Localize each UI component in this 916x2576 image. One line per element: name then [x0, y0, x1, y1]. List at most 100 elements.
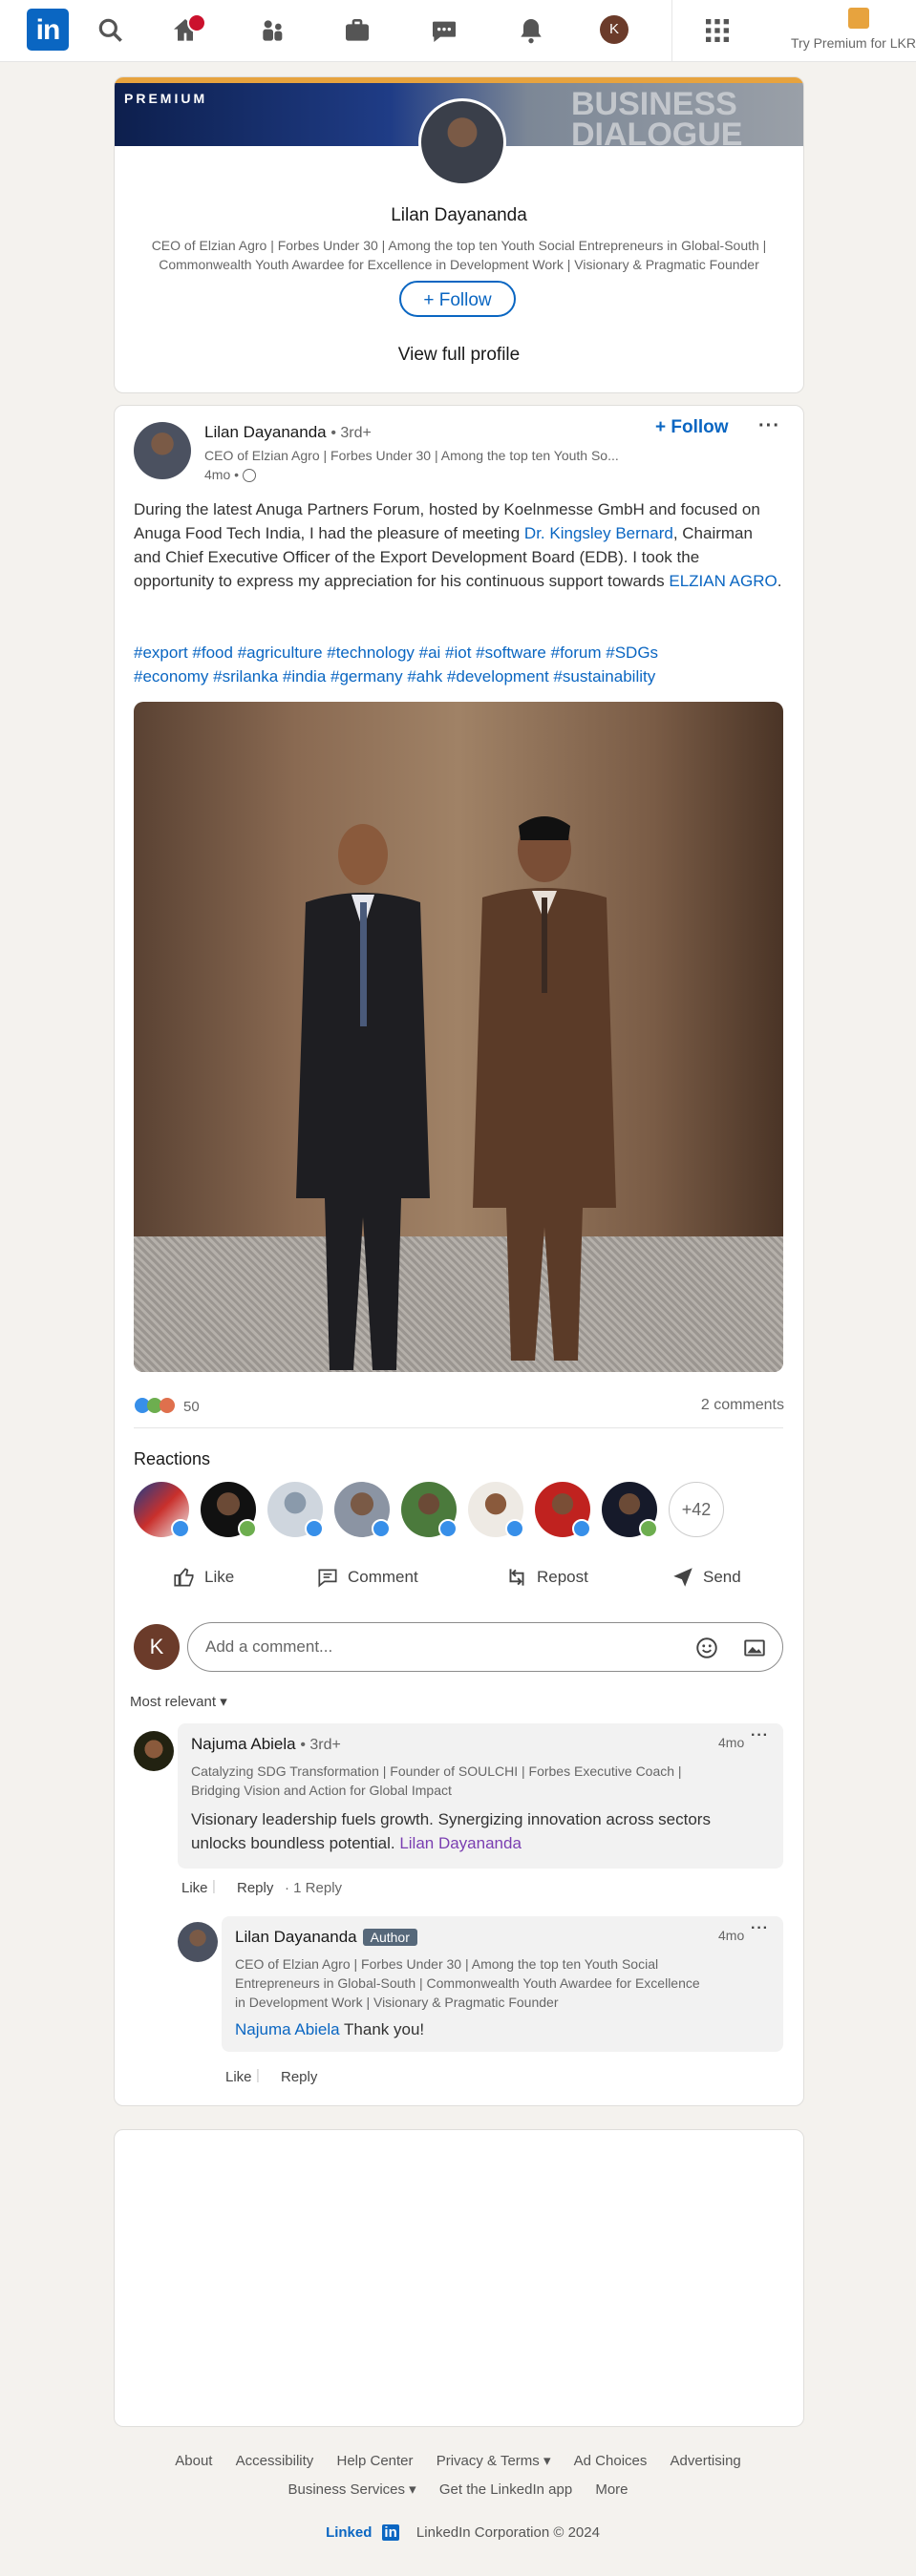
reactor-avatar[interactable]: [602, 1482, 658, 1538]
footer-logo: Linked in: [326, 2524, 399, 2541]
reply-count[interactable]: · 1 Reply: [285, 1880, 342, 1896]
repost-button[interactable]: Repost: [504, 1565, 588, 1590]
send-button[interactable]: Send: [671, 1565, 741, 1590]
comment-bubble: Najuma Abiela • 3rd+ 4mo ··· Catalyzing …: [178, 1723, 783, 1869]
profile-name[interactable]: Lilan Dayananda: [115, 205, 803, 226]
commenter-headline: Catalyzing SDG Transformation | Founder …: [191, 1763, 682, 1798]
post-author-name: Lilan Dayananda: [204, 423, 327, 441]
footer-link[interactable]: Help Center: [336, 2453, 413, 2469]
footer-link[interactable]: Accessibility: [236, 2453, 314, 2469]
empty-card: [114, 2129, 804, 2427]
celebrate-reaction-icon: [238, 1519, 257, 1538]
footer-link[interactable]: Advertising: [671, 2453, 741, 2469]
like-reaction-icon: [505, 1519, 524, 1538]
post-author-degree: • 3rd+: [330, 425, 372, 441]
commenter-name[interactable]: Lilan Dayananda Author: [235, 1928, 417, 1947]
commenter-avatar[interactable]: [134, 1731, 174, 1771]
comment-text: Visionary leadership fuels growth. Syner…: [191, 1810, 711, 1852]
reactor-avatar[interactable]: [334, 1482, 391, 1538]
post-author-avatar[interactable]: [134, 422, 191, 479]
comment-input[interactable]: Add a comment...: [187, 1622, 783, 1672]
comment-like-link[interactable]: Like: [181, 1880, 208, 1896]
reactor-avatar[interactable]: [201, 1482, 257, 1538]
comment-reply-link[interactable]: Reply: [281, 2069, 317, 2085]
reactor-avatar[interactable]: [401, 1482, 458, 1538]
search-icon[interactable]: [96, 15, 126, 46]
linkedin-logo[interactable]: in: [27, 9, 69, 51]
post-hashtags[interactable]: #export #food #agriculture #technology #…: [134, 641, 783, 688]
footer-link[interactable]: More: [595, 2481, 628, 2498]
top-nav: in K Try Premium for LKR: [0, 0, 916, 62]
person-right: [473, 816, 616, 1361]
home-icon[interactable]: [170, 13, 206, 46]
profile-headline: CEO of Elzian Agro | Forbes Under 30 | A…: [151, 238, 767, 272]
like-reaction-icon: [438, 1519, 458, 1538]
profile-avatar[interactable]: [418, 98, 506, 186]
commenter-avatar[interactable]: [178, 1922, 218, 1962]
post-card: Lilan Dayananda • 3rd+ CEO of Elzian Agr…: [114, 405, 804, 2106]
try-premium-link[interactable]: Try Premium for LKR: [791, 35, 916, 51]
emoji-icon[interactable]: [694, 1636, 719, 1660]
premium-label: PREMIUM: [124, 91, 208, 106]
footer-link[interactable]: Ad Choices: [574, 2453, 648, 2469]
footer-row-2: Business Services ▾ Get the LinkedIn app…: [0, 2481, 916, 2498]
like-reaction-icon: [572, 1519, 591, 1538]
comment-more-icon[interactable]: ···: [751, 1727, 769, 1744]
celebrate-reaction-icon: [639, 1519, 658, 1538]
reactor-avatar[interactable]: [267, 1482, 324, 1538]
jobs-icon[interactable]: [342, 15, 373, 46]
comment-button[interactable]: Comment: [315, 1565, 418, 1590]
apps-grid-icon[interactable]: [702, 15, 733, 46]
footer-link[interactable]: Privacy & Terms ▾: [437, 2453, 551, 2469]
footer-copyright: Linked in LinkedIn Corporation © 2024: [0, 2524, 916, 2541]
footer-link[interactable]: Get the LinkedIn app: [439, 2481, 572, 2498]
mention-link[interactable]: ELZIAN AGRO: [669, 572, 777, 590]
repost-icon: [509, 1569, 524, 1586]
comment-bubble: Lilan Dayananda Author 4mo ··· CEO of Elz…: [222, 1916, 783, 2052]
reactor-avatar[interactable]: [535, 1482, 591, 1538]
comment-icon: [318, 1569, 337, 1588]
like-button[interactable]: Like: [172, 1565, 234, 1590]
commenter-name[interactable]: Najuma Abiela • 3rd+: [191, 1735, 341, 1754]
notifications-icon[interactable]: [516, 15, 546, 46]
carpet: [134, 1236, 783, 1372]
post-author-line[interactable]: Lilan Dayananda • 3rd+: [204, 423, 372, 442]
comment-time: 4mo: [718, 1928, 745, 1943]
my-network-icon[interactable]: [258, 15, 288, 46]
me-avatar[interactable]: K: [600, 15, 628, 44]
post-image[interactable]: [134, 702, 783, 1372]
mention-link[interactable]: Dr. Kingsley Bernard: [524, 524, 673, 542]
post-more-icon[interactable]: ···: [758, 415, 780, 437]
send-icon: [673, 1568, 692, 1587]
sort-comments-dropdown[interactable]: Most relevant ▾: [130, 1693, 227, 1710]
reactions-title: Reactions: [134, 1449, 211, 1468]
image-icon[interactable]: [742, 1636, 767, 1660]
like-reaction-icon: [171, 1519, 190, 1538]
mention-link[interactable]: Lilan Dayananda: [399, 1834, 522, 1852]
view-full-profile-link[interactable]: View full profile: [115, 345, 803, 366]
comment-more-icon[interactable]: ···: [751, 1920, 769, 1937]
footer-link[interactable]: Business Services ▾: [288, 2481, 415, 2498]
comments-count-link[interactable]: 2 comments: [701, 1397, 784, 1414]
nav-divider: [671, 0, 672, 61]
plus-icon: +: [423, 290, 435, 310]
premium-icon[interactable]: [848, 8, 869, 29]
author-badge: Author: [362, 1929, 417, 1946]
reactor-avatar[interactable]: [468, 1482, 524, 1538]
person-left: [296, 824, 430, 1370]
profile-follow-button[interactable]: + Follow: [399, 281, 516, 317]
comment-text: Najuma Abiela Thank you!: [235, 2020, 425, 2038]
post-time: 4mo •: [204, 467, 256, 483]
like-reaction-icon: [372, 1519, 391, 1538]
reaction-icons: [134, 1397, 180, 1418]
comment-like-link[interactable]: Like: [225, 2069, 252, 2085]
more-reactors-button[interactable]: +42: [669, 1482, 724, 1537]
mention-link[interactable]: Najuma Abiela: [235, 2020, 340, 2038]
post-follow-button[interactable]: + Follow: [655, 417, 729, 438]
reactor-avatar[interactable]: [134, 1482, 190, 1538]
reaction-summary[interactable]: 50: [134, 1397, 200, 1418]
messaging-icon[interactable]: [429, 15, 459, 46]
divider: [134, 1427, 783, 1428]
footer-link[interactable]: About: [175, 2453, 212, 2469]
comment-reply-link[interactable]: Reply: [237, 1880, 273, 1896]
